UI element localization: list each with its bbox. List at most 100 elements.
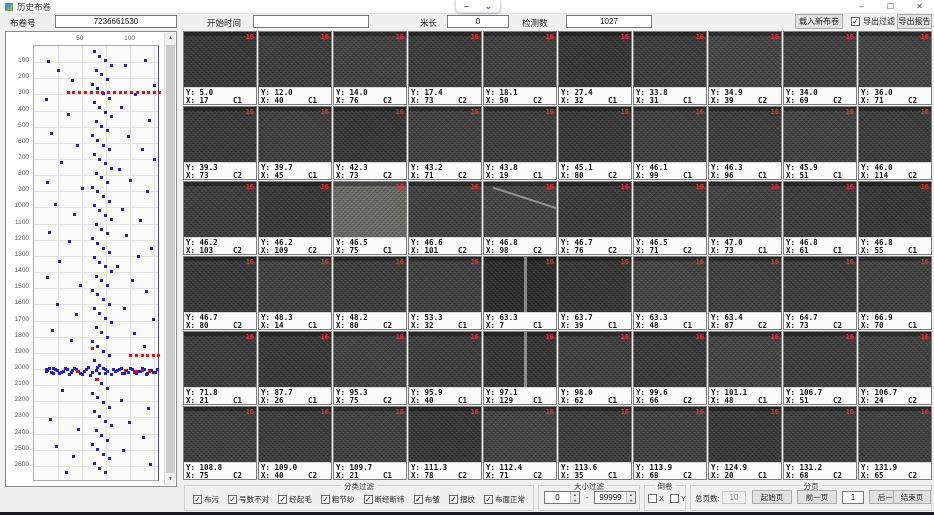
rewind-option[interactable]: X	[648, 494, 664, 503]
defect-cell[interactable]: 16Y: 124.9X: 20C1	[708, 406, 782, 480]
defect-cell[interactable]: 16Y: 53.3X: 32C1	[408, 256, 482, 330]
defect-cell[interactable]: 16Y: 46.1X: 99C1	[633, 106, 707, 180]
scroll-up-icon[interactable]: ▲	[165, 33, 176, 44]
defect-cell[interactable]: 16Y: 42.3X: 73C2	[333, 106, 407, 180]
size-min-value[interactable]: 0	[545, 492, 570, 503]
class-filter-option[interactable]: ✓号数不对	[228, 494, 269, 505]
defect-cell[interactable]: 16Y: 113.6X: 35C1	[558, 406, 632, 480]
spin-down-icon[interactable]: ▼	[571, 498, 579, 504]
defect-cell[interactable]: 16Y: 46.2X: 103C2	[183, 181, 257, 255]
defect-cell[interactable]: 16Y: 46.6X: 101C2	[408, 181, 482, 255]
class-filter-checkbox[interactable]: ✓	[193, 495, 202, 504]
class-filter-checkbox[interactable]: ✓	[278, 495, 287, 504]
defect-cell[interactable]: 16Y: 18.1X: 50C2	[483, 31, 557, 105]
defect-cell[interactable]: 16Y: 46.5X: 71C2	[633, 181, 707, 255]
start-time-input[interactable]	[253, 15, 369, 28]
meter-length-input[interactable]: 0	[447, 15, 509, 28]
defect-cell[interactable]: 16Y: 66.9X: 70C1	[858, 256, 932, 330]
export-report-button[interactable]: 导出报告	[897, 14, 932, 29]
class-filter-option[interactable]: ✓布面正常	[484, 494, 525, 505]
defect-cell[interactable]: 16Y: 95.9X: 40C1	[408, 331, 482, 405]
defect-cell[interactable]: 16Y: 5.0X: 17C1	[183, 31, 257, 105]
floating-overlay-widget[interactable]: – ⌄	[455, 0, 501, 13]
defect-cell[interactable]: 16Y: 43.8X: 19C1	[483, 106, 557, 180]
close-icon[interactable]: ✕	[905, 0, 934, 14]
size-max-spinner[interactable]: 99999 ▲▼	[594, 491, 636, 504]
spin-down-icon[interactable]: ▼	[627, 498, 635, 504]
class-filter-option[interactable]: ✓断经断纬	[364, 494, 405, 505]
defect-cell[interactable]: 16Y: 98.0X: 62C1	[558, 331, 632, 405]
maximize-icon[interactable]: ☐	[876, 0, 905, 14]
class-filter-option[interactable]: ✓摺纹	[449, 494, 475, 505]
defect-cell[interactable]: 16Y: 14.0X: 76C2	[333, 31, 407, 105]
size-max-spin-buttons[interactable]: ▲▼	[626, 492, 635, 503]
roll-number-input[interactable]: 7236661530	[55, 15, 177, 28]
rewind-option[interactable]: Y	[670, 494, 686, 503]
rewind-checkbox[interactable]	[670, 494, 679, 503]
prev-page-button[interactable]: 前一页	[797, 490, 837, 504]
defect-cell[interactable]: 16Y: 63.4X: 87C2	[708, 256, 782, 330]
defect-cell[interactable]: 16Y: 46.2X: 109C2	[258, 181, 332, 255]
defect-scatter-plot[interactable]	[33, 45, 159, 481]
export-filter-option[interactable]: ✓ 导出过滤	[851, 16, 895, 27]
defect-cell[interactable]: 16Y: 63.3X: 7C1	[483, 256, 557, 330]
defect-cell[interactable]: 16Y: 27.4X: 32C1	[558, 31, 632, 105]
page-number-input[interactable]: 1	[842, 491, 864, 504]
defect-cell[interactable]: 16Y: 109.7X: 21C1	[333, 406, 407, 480]
last-page-button[interactable]: 结束页	[893, 490, 931, 504]
defect-cell[interactable]: 16Y: 131.2X: 68C2	[783, 406, 857, 480]
defect-cell[interactable]: 16Y: 12.0X: 40C1	[258, 31, 332, 105]
detect-count-input[interactable]: 1027	[566, 15, 652, 28]
defect-cell[interactable]: 16Y: 34.0X: 69C2	[783, 31, 857, 105]
class-filter-option[interactable]: ✓经起毛	[278, 494, 312, 505]
size-min-spin-buttons[interactable]: ▲▼	[570, 492, 579, 503]
defect-cell[interactable]: 16Y: 46.7X: 76C2	[558, 181, 632, 255]
defect-cell[interactable]: 16Y: 64.7X: 73C2	[783, 256, 857, 330]
defect-cell[interactable]: 16Y: 99.6X: 66C2	[633, 331, 707, 405]
defect-cell[interactable]: 16Y: 47.0X: 73C1	[708, 181, 782, 255]
defect-cell[interactable]: 16Y: 112.4X: 71C2	[483, 406, 557, 480]
defect-cell[interactable]: 16Y: 46.7X: 80C2	[183, 256, 257, 330]
plot-scrollbar[interactable]: ▲ ▼	[164, 33, 175, 485]
defect-cell[interactable]: 16Y: 101.1X: 48C1	[708, 331, 782, 405]
defect-cell[interactable]: 16Y: 48.3X: 14C1	[258, 256, 332, 330]
defect-cell[interactable]: 16Y: 46.8X: 98C2	[483, 181, 557, 255]
defect-cell[interactable]: 16Y: 95.3X: 75C2	[333, 331, 407, 405]
defect-cell[interactable]: 16Y: 71.8X: 21C1	[183, 331, 257, 405]
defect-cell[interactable]: 16Y: 36.0X: 71C2	[858, 31, 932, 105]
widget-minimize-icon[interactable]: –	[464, 1, 469, 11]
load-new-roll-button[interactable]: 载入新布卷	[795, 14, 843, 29]
defect-cell[interactable]: 16Y: 87.7X: 26C1	[258, 331, 332, 405]
defect-cell[interactable]: 16Y: 109.0X: 40C2	[258, 406, 332, 480]
defect-cell[interactable]: 16Y: 106.7X: 51C2	[783, 331, 857, 405]
size-max-value[interactable]: 99999	[595, 492, 626, 503]
class-filter-option[interactable]: ✓粗节纱	[321, 494, 355, 505]
defect-cell[interactable]: 16Y: 131.9X: 65C2	[858, 406, 932, 480]
defect-cell[interactable]: 16Y: 46.8X: 61C1	[783, 181, 857, 255]
defect-cell[interactable]: 16Y: 43.2X: 71C2	[408, 106, 482, 180]
widget-chevron-icon[interactable]: ⌄	[485, 1, 493, 11]
scrollbar-thumb[interactable]	[166, 45, 175, 473]
defect-cell[interactable]: 16Y: 45.9X: 51C1	[783, 106, 857, 180]
defect-cell[interactable]: 16Y: 63.7X: 39C1	[558, 256, 632, 330]
class-filter-checkbox[interactable]: ✓	[228, 495, 237, 504]
defect-cell[interactable]: 16Y: 33.8X: 31C1	[633, 31, 707, 105]
defect-cell[interactable]: 16Y: 46.8X: 55C1	[858, 181, 932, 255]
first-page-button[interactable]: 起始页	[752, 490, 792, 504]
class-filter-option[interactable]: ✓布污	[193, 494, 219, 505]
export-filter-checkbox[interactable]: ✓	[851, 17, 860, 26]
defect-cell[interactable]: 16Y: 106.7X: 24C2	[858, 331, 932, 405]
defect-cell[interactable]: 16Y: 48.2X: 80C2	[333, 256, 407, 330]
class-filter-checkbox[interactable]: ✓	[364, 495, 373, 504]
defect-cell[interactable]: 16Y: 46.5X: 75C1	[333, 181, 407, 255]
rewind-checkbox[interactable]	[648, 494, 657, 503]
defect-cell[interactable]: 16Y: 34.9X: 39C2	[708, 31, 782, 105]
class-filter-option[interactable]: ✓布皱	[414, 494, 440, 505]
size-min-spinner[interactable]: 0 ▲▼	[544, 491, 580, 504]
defect-cell[interactable]: 16Y: 113.9X: 68C2	[633, 406, 707, 480]
class-filter-checkbox[interactable]: ✓	[321, 495, 330, 504]
defect-cell[interactable]: 16Y: 39.7X: 45C1	[258, 106, 332, 180]
scroll-down-icon[interactable]: ▼	[165, 474, 176, 485]
defect-cell[interactable]: 16Y: 45.1X: 80C2	[558, 106, 632, 180]
class-filter-checkbox[interactable]: ✓	[484, 495, 493, 504]
